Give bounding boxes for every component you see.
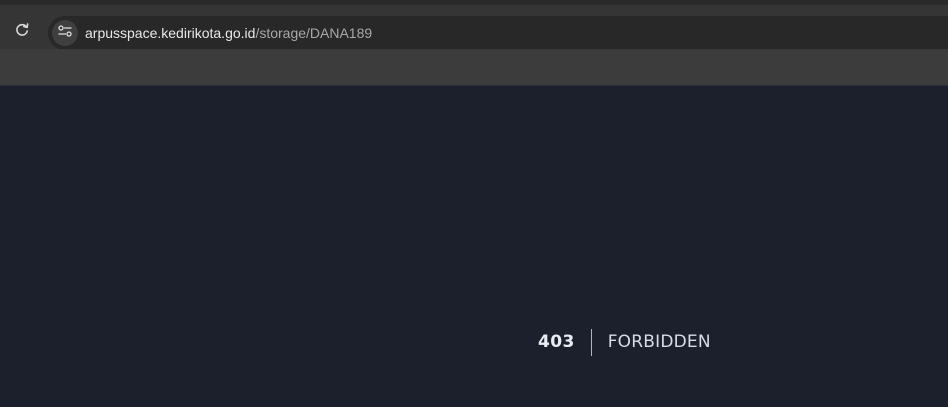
site-info-icon bbox=[57, 23, 73, 44]
url-text[interactable]: arpusspace.kedirikota.go.id/storage/DANA… bbox=[85, 16, 372, 50]
browser-chrome: arpusspace.kedirikota.go.id/storage/DANA… bbox=[0, 0, 948, 86]
error-message: 403 FORBIDDEN bbox=[538, 329, 711, 356]
url-host: arpusspace.kedirikota.go.id bbox=[85, 25, 256, 41]
browser-toolbar: arpusspace.kedirikota.go.id/storage/DANA… bbox=[0, 5, 948, 50]
reload-icon bbox=[14, 22, 30, 43]
url-path: /storage/DANA189 bbox=[255, 25, 373, 41]
address-bar[interactable]: arpusspace.kedirikota.go.id/storage/DANA… bbox=[48, 16, 948, 50]
reload-button[interactable] bbox=[9, 19, 35, 45]
error-text: FORBIDDEN bbox=[607, 332, 711, 352]
chrome-divider bbox=[0, 85, 948, 86]
error-code: 403 bbox=[538, 332, 575, 352]
bookmarks-bar bbox=[0, 49, 948, 85]
site-info-button[interactable] bbox=[52, 20, 78, 46]
